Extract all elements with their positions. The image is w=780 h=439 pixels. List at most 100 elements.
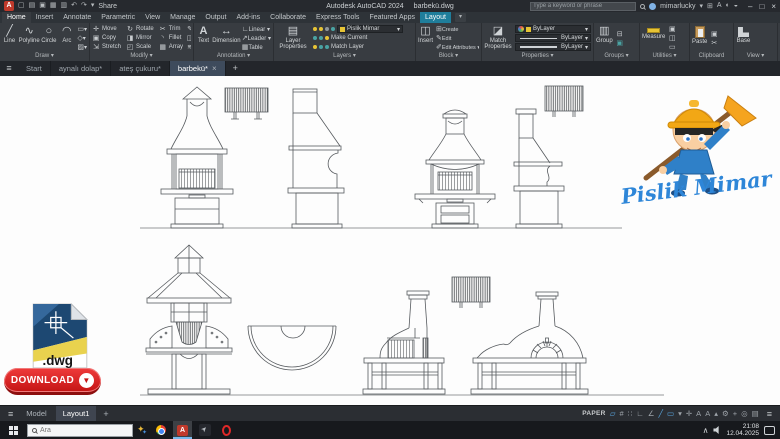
notification-icon[interactable]: ◒ <box>734 2 738 10</box>
edit-block-tool[interactable]: ✎Edit <box>436 34 479 42</box>
layer-lock-icon[interactable] <box>325 27 329 31</box>
bbq1-front-elevation[interactable] <box>161 87 233 228</box>
match-layer-tool[interactable]: Match Layer <box>331 44 364 50</box>
qat-dropdown-icon[interactable]: ▾ <box>91 0 95 12</box>
layout1-tab[interactable]: Layout1 <box>56 406 97 421</box>
chrome-taskbar-icon[interactable] <box>151 421 170 439</box>
autocad-taskbar-icon[interactable]: A <box>173 421 192 439</box>
ribbon-tab-express-tools[interactable]: Express Tools <box>311 12 364 23</box>
lineweight-dropdown[interactable]: ByLayer▾ <box>515 43 591 51</box>
save-as-icon[interactable]: ▦ <box>50 0 57 12</box>
array-tool[interactable]: ▦Array <box>159 43 183 52</box>
ribbon-tab-output[interactable]: Output <box>200 12 231 23</box>
store-icon[interactable]: ⊞ <box>707 2 713 10</box>
maximize-button[interactable]: □ <box>759 2 764 11</box>
grill-detail-2[interactable] <box>545 86 583 117</box>
share-button[interactable]: Share <box>98 3 117 10</box>
layers-panel-label[interactable]: Layers ▾ <box>276 52 413 61</box>
file-tab-ate-ukuru[interactable]: ateş çukuru* <box>111 61 170 76</box>
open-file-icon[interactable]: ▤ <box>29 0 36 12</box>
snap-icon[interactable]: ∷ <box>628 409 633 418</box>
bbq1-side-elevation[interactable] <box>288 89 344 228</box>
drawing-canvas[interactable]: Pislik Mimar .dwg DOWNLOAD ▼ <box>0 76 780 405</box>
copilot-icon[interactable]: ✦✦ <box>136 423 148 437</box>
new-file-icon[interactable]: ▢ <box>18 0 25 12</box>
redo-icon[interactable]: ↷ <box>81 0 87 12</box>
hatch-tool[interactable]: ▨▾ <box>77 43 87 51</box>
file-tab-aynal-dolap[interactable]: aynalı dolap* <box>51 61 111 76</box>
mirror-tool[interactable]: ◨Mirror <box>126 33 154 42</box>
ribbon-tab-annotate[interactable]: Annotate <box>58 12 96 23</box>
ribbon-tab-add-ins[interactable]: Add-ins <box>231 12 265 23</box>
ribbon-tab-insert[interactable]: Insert <box>31 12 59 23</box>
create-block-tool[interactable]: ⊞Create <box>436 25 479 33</box>
rotate-tool[interactable]: ↻Rotate <box>126 24 154 33</box>
dimension-tool[interactable]: ↔Dimension <box>214 24 239 52</box>
save-file-icon[interactable]: ▣ <box>39 0 46 12</box>
block-panel-label[interactable]: Block ▾ <box>418 52 479 61</box>
layer-freeze-icon[interactable] <box>319 27 323 31</box>
action-center-icon[interactable] <box>764 426 775 435</box>
new-drawing-button[interactable]: + <box>226 61 245 76</box>
file-tab-menu-icon[interactable]: ≡ <box>0 61 18 76</box>
text-tool[interactable]: AText <box>196 24 211 52</box>
ribbon-tab-collaborate[interactable]: Collaborate <box>265 12 311 23</box>
bbq3-side-elevation[interactable] <box>363 291 445 394</box>
units-icon[interactable]: ◎ <box>741 409 748 418</box>
groups-panel-label[interactable]: Groups ▾ <box>596 52 637 61</box>
add-layout-button[interactable]: + <box>98 409 113 419</box>
osnap-dropdown-icon[interactable]: ▾ <box>678 409 682 418</box>
file-tab-start[interactable]: Start <box>18 61 51 76</box>
ribbon-tab-home[interactable]: Home <box>2 12 31 23</box>
linear-tool[interactable]: ∟Linear ▾ <box>242 26 271 33</box>
help-icon[interactable]: ◐ <box>726 2 730 10</box>
tab-overflow-dropdown[interactable]: ▾ <box>455 13 466 22</box>
draw-panel-label[interactable]: Draw ▾ <box>2 52 87 61</box>
dynamic-input-icon[interactable]: ▭ <box>667 409 674 418</box>
volume-icon[interactable] <box>713 426 721 434</box>
pavilion-bbq-front[interactable] <box>146 245 232 394</box>
stretch-tool[interactable]: ⇲Stretch <box>92 43 121 52</box>
ribbon-tab-featured-apps[interactable]: Featured Apps <box>364 12 420 23</box>
ribbon-tab-layout[interactable]: Layout <box>420 12 451 23</box>
move-tool[interactable]: ✛Move <box>92 24 121 33</box>
dome-oven-elevation[interactable] <box>471 292 588 394</box>
make-current-tool[interactable]: Make Current <box>331 35 367 41</box>
leader-tool[interactable]: ↗Leader ▾ <box>242 34 271 42</box>
edit-attributes-tool[interactable]: ✐Edit Attributes ▾ <box>436 43 479 51</box>
workspace-gear-icon[interactable]: ⚙ <box>722 409 729 418</box>
scale-tool[interactable]: ◰Scale <box>126 43 154 52</box>
quick-properties-icon[interactable]: ▤ <box>752 409 759 418</box>
view-panel-label[interactable]: View ▾ <box>736 52 775 61</box>
trim-tool[interactable]: ✂Trim <box>159 24 183 33</box>
ortho-icon[interactable]: ∟ <box>636 409 643 418</box>
polyline-tool[interactable]: ∿Polyline <box>20 24 38 52</box>
download-button[interactable]: DOWNLOAD ▼ <box>4 368 101 395</box>
minimize-button[interactable]: – <box>748 2 752 11</box>
layer-dropdown[interactable]: Pislik Mimar ▾ <box>337 25 403 33</box>
modify-panel-label[interactable]: Modify ▾ <box>92 52 191 61</box>
insert-block-tool[interactable]: ◫Insert <box>418 24 433 52</box>
ungroup-icon[interactable]: ⊟ <box>616 30 624 38</box>
layer-plot-icon[interactable] <box>331 27 335 31</box>
grill-detail-3[interactable] <box>452 277 490 308</box>
paper-space-label[interactable]: PAPER <box>582 410 605 417</box>
paste-tool[interactable]: Paste <box>692 24 707 52</box>
app-taskbar-icon[interactable]: ➤ <box>195 421 214 439</box>
avatar[interactable] <box>649 3 656 10</box>
annotation-monitor-icon[interactable]: + <box>733 409 737 418</box>
ribbon-tab-manage[interactable]: Manage <box>165 12 200 23</box>
group-edit-icon[interactable]: ▣ <box>616 39 624 47</box>
clock[interactable]: 21:08 12.04.2025 <box>726 423 759 438</box>
table-tool[interactable]: ▦Table <box>242 43 271 51</box>
match-properties-tool[interactable]: ◪Match Properties <box>484 24 512 52</box>
polar-tracking-icon[interactable]: ∠ <box>648 409 655 418</box>
grill-detail-1[interactable] <box>225 88 268 119</box>
status-customize-icon[interactable]: ≡ <box>763 409 776 419</box>
explode-icon[interactable]: ◫ <box>186 34 191 42</box>
object-color-dropdown[interactable]: ByLayer▾ <box>515 25 591 33</box>
bbq-plan-semicircle[interactable] <box>248 326 336 370</box>
utilities-panel-label[interactable]: Utilities ▾ <box>642 52 687 61</box>
taskbar-search[interactable] <box>27 424 133 437</box>
close-button[interactable]: × <box>771 2 776 11</box>
